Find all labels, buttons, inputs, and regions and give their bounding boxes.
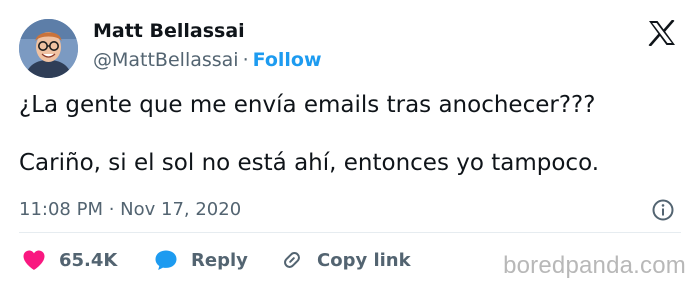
copy-link-button[interactable]: Copy link [280, 246, 411, 274]
author-name[interactable]: Matt Bellassai [93, 19, 245, 43]
timestamp[interactable]: 11:08 PM · Nov 17, 2020 [19, 198, 241, 222]
tweet-line-1: ¿La gente que me envía emails tras anoch… [19, 92, 596, 118]
separator-dot: · [242, 49, 249, 71]
follow-button[interactable]: Follow [253, 49, 322, 71]
tweet-card: Matt Bellassai @MattBellassai · Follow ¿La… [0, 0, 700, 287]
speech-bubble-icon [155, 250, 177, 270]
handle-row: @MattBellassai · Follow [93, 48, 322, 72]
tweet-line-2: Cariño, si el sol no está ahí, entonces … [19, 150, 600, 176]
x-logo-icon[interactable] [648, 19, 676, 47]
avatar[interactable] [19, 19, 78, 78]
link-icon [284, 252, 300, 268]
heart-icon [23, 250, 45, 270]
divider [19, 232, 681, 233]
watermark: boredpanda.com [503, 252, 686, 279]
reply-button[interactable]: Reply [154, 246, 248, 274]
copy-link-label: Copy link [317, 249, 411, 271]
info-icon[interactable] [651, 198, 675, 222]
like-button[interactable]: 65.4K [22, 246, 117, 274]
tweet-text: ¿La gente que me envía emails tras anoch… [19, 91, 679, 178]
like-count: 65.4K [59, 249, 118, 271]
author-handle[interactable]: @MattBellassai [93, 49, 239, 71]
reply-label: Reply [191, 249, 248, 271]
